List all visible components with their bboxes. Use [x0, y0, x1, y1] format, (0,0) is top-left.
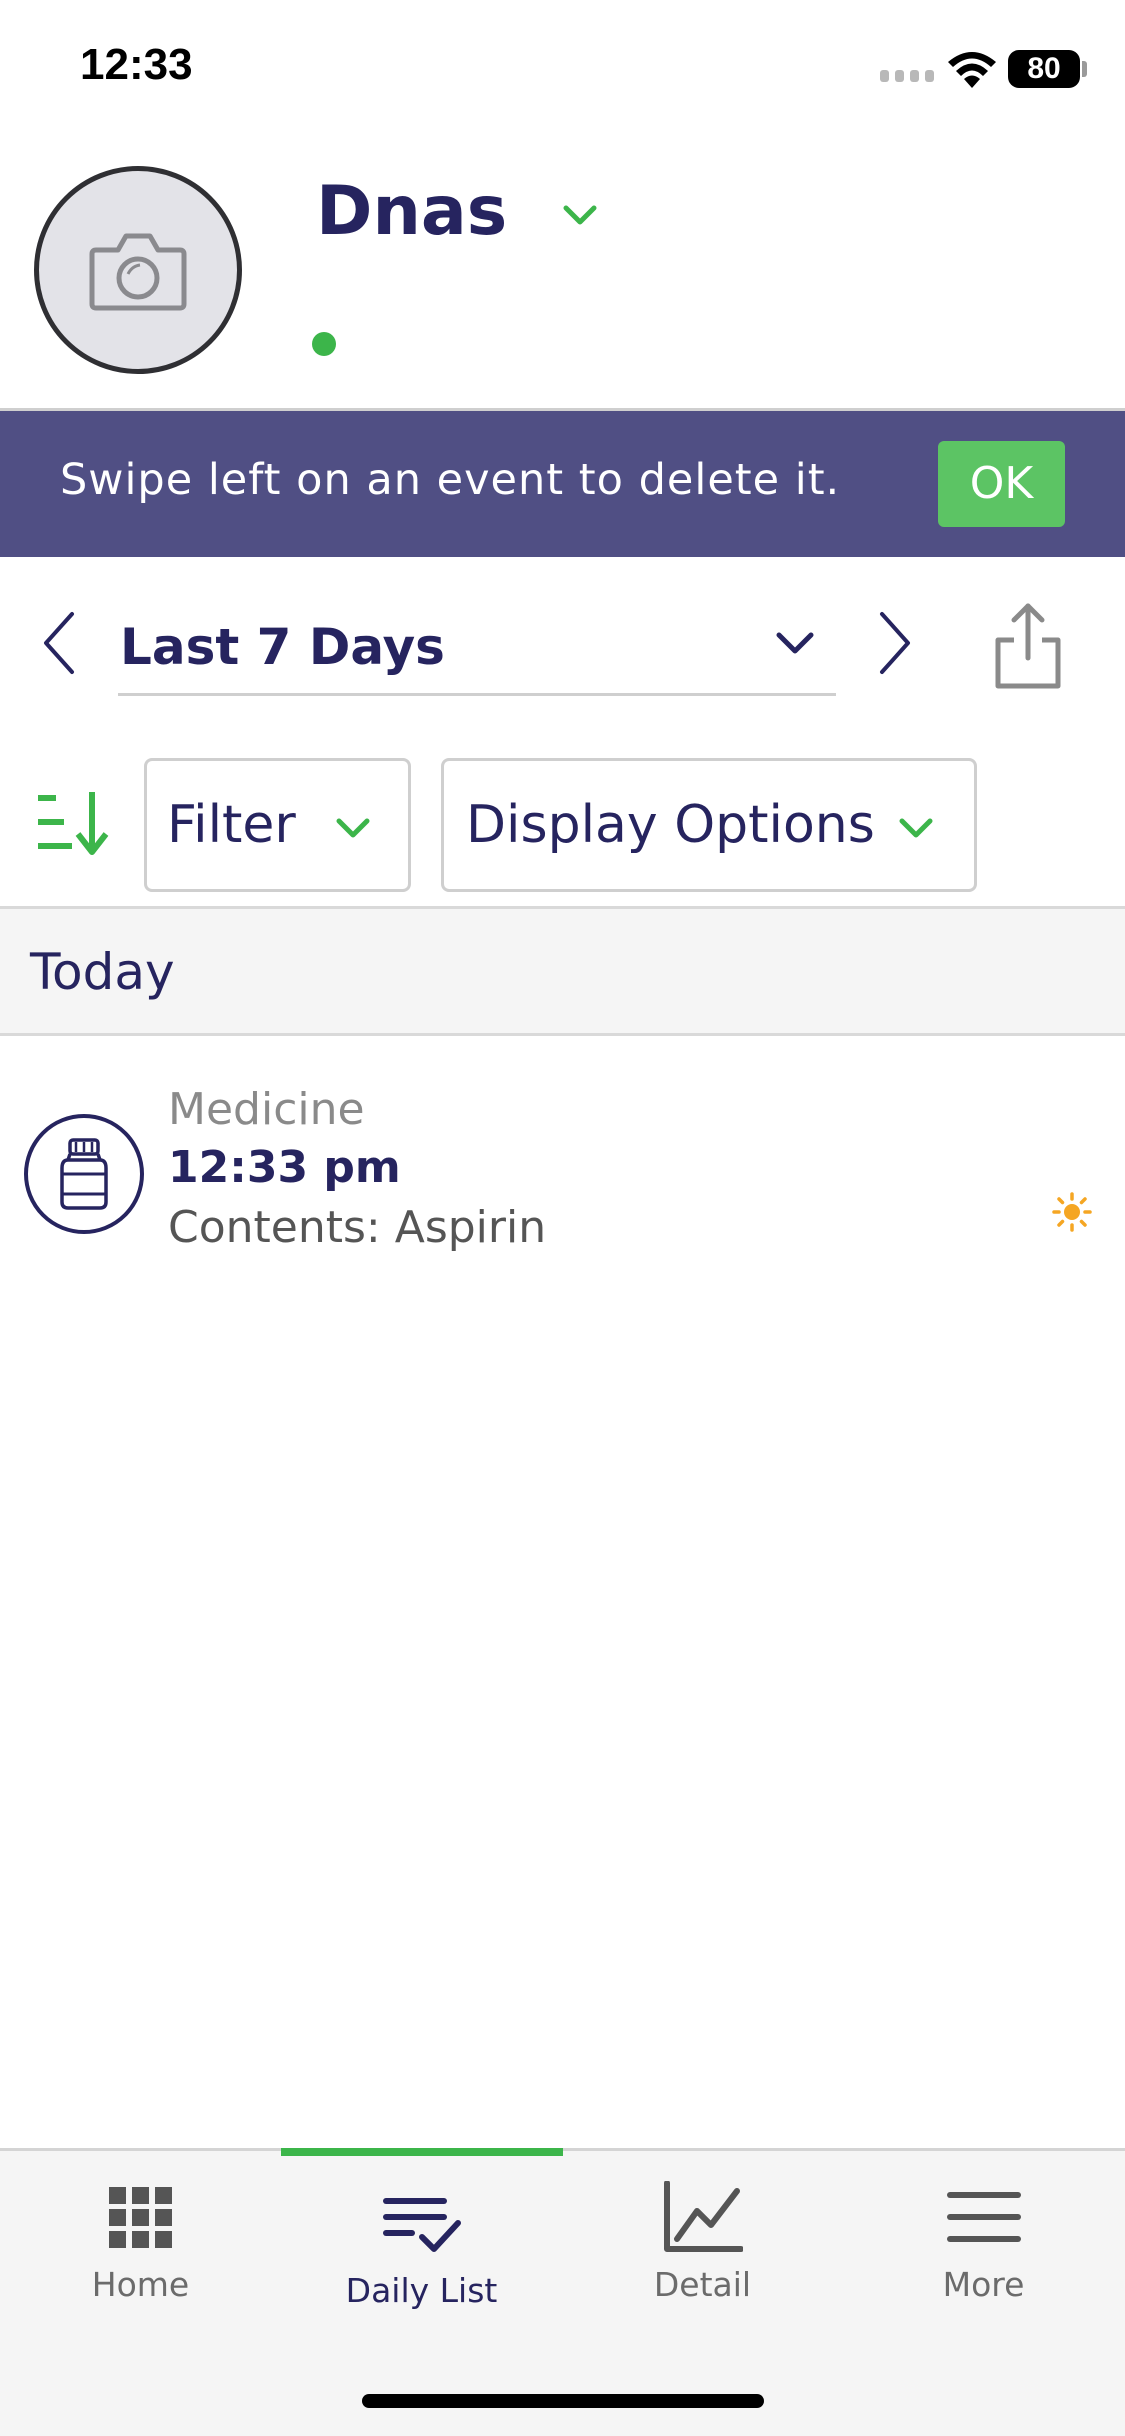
tab-detail[interactable]: Detail	[562, 2181, 843, 2331]
list-check-icon	[382, 2198, 461, 2252]
event-contents: Contents: Aspirin	[168, 1202, 547, 1253]
tab-more[interactable]: More	[843, 2181, 1124, 2331]
display-options-label: Display Options	[466, 795, 875, 855]
list-item[interactable]: Medicine 12:33 pm Contents: Aspirin	[0, 1040, 1125, 1270]
profile-name[interactable]: Dnas	[316, 172, 507, 251]
sun-icon	[1052, 1192, 1092, 1232]
tab-label: Daily List	[345, 2271, 498, 2310]
chevron-down-icon	[899, 818, 933, 838]
avatar-photo-button[interactable]	[34, 166, 242, 374]
tab-label: More	[942, 2265, 1025, 2304]
battery-nub	[1082, 61, 1087, 77]
home-indicator	[362, 2394, 764, 2408]
camera-icon	[89, 233, 187, 311]
date-range-label: Last 7 Days	[120, 618, 445, 676]
tab-home[interactable]: Home	[0, 2181, 281, 2331]
tab-daily-list[interactable]: Daily List	[281, 2187, 562, 2337]
tab-label: Home	[91, 2265, 190, 2304]
wifi-icon	[948, 52, 996, 88]
filter-dropdown[interactable]: Filter	[144, 758, 411, 892]
section-title: Today	[30, 943, 175, 1001]
filter-label: Filter	[167, 795, 296, 855]
chevron-down-icon	[776, 632, 814, 654]
previous-range-arrow-icon[interactable]	[40, 610, 80, 676]
status-dot	[312, 332, 336, 356]
cellular-signal-icon	[880, 70, 934, 82]
status-bar: 12:33 80	[0, 0, 1125, 140]
chevron-down-icon	[336, 818, 370, 838]
event-type: Medicine	[168, 1084, 365, 1135]
profile-chevron-down-icon[interactable]	[560, 200, 600, 230]
section-header: Today	[0, 906, 1125, 1036]
display-options-dropdown[interactable]: Display Options	[441, 758, 977, 892]
tab-bar: Home Daily List Detail More	[0, 2148, 1125, 2436]
line-chart-icon	[663, 2181, 743, 2252]
share-icon[interactable]	[992, 600, 1064, 690]
tip-banner: Swipe left on an event to delete it. OK	[0, 411, 1125, 557]
date-range-select[interactable]: Last 7 Days	[118, 600, 836, 696]
menu-icon	[946, 2192, 1021, 2242]
active-tab-indicator	[281, 2148, 563, 2156]
grid-icon	[108, 2187, 172, 2248]
next-range-arrow-icon[interactable]	[874, 610, 914, 676]
banner-message: Swipe left on an event to delete it.	[60, 455, 841, 505]
battery-icon: 80	[1008, 50, 1080, 88]
tab-label: Detail	[653, 2265, 752, 2304]
medicine-bottle-icon	[24, 1114, 144, 1234]
sort-icon[interactable]	[34, 790, 110, 856]
event-time: 12:33 pm	[168, 1142, 401, 1193]
ok-button[interactable]: OK	[938, 441, 1065, 527]
status-time: 12:33	[80, 40, 193, 89]
